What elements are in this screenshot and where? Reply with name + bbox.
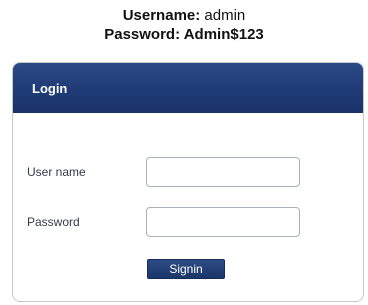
login-panel: Login User name Password Signin bbox=[12, 62, 364, 302]
credentials-hint: Username: admin Password: Admin$123 bbox=[0, 6, 368, 44]
password-hint-label: Password: bbox=[104, 26, 181, 43]
password-row: Password bbox=[13, 207, 363, 239]
signin-button[interactable]: Signin bbox=[147, 259, 225, 279]
password-hint: Password: Admin$123 bbox=[0, 25, 368, 44]
username-label: User name bbox=[27, 165, 86, 179]
username-hint-label: Username: bbox=[122, 7, 201, 24]
username-hint: Username: admin bbox=[0, 6, 368, 25]
login-title: Login bbox=[32, 80, 68, 96]
username-input[interactable] bbox=[146, 157, 300, 187]
username-row: User name bbox=[13, 157, 363, 189]
login-panel-header: Login bbox=[13, 63, 363, 113]
password-input[interactable] bbox=[146, 207, 300, 237]
username-hint-value: admin bbox=[204, 7, 246, 24]
password-label: Password bbox=[27, 215, 80, 229]
password-hint-value: Admin$123 bbox=[183, 26, 264, 43]
